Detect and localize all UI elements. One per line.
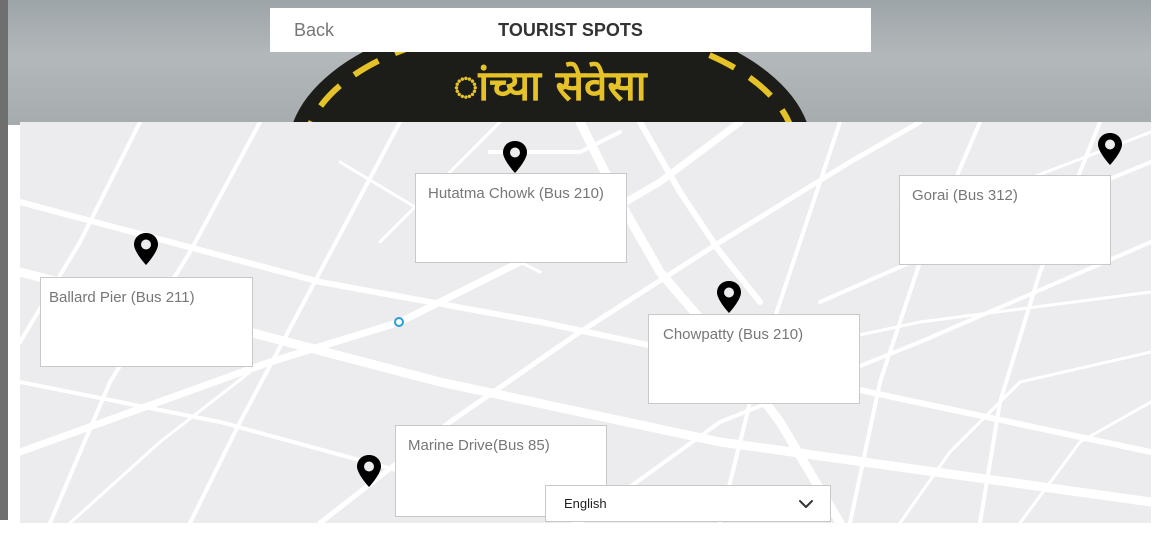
emblem-text: ांच्या सेवेसा — [453, 61, 648, 110]
map-pin-icon[interactable] — [1097, 132, 1123, 166]
header-bar: Back TOURIST SPOTS — [270, 8, 871, 52]
map-pin-icon[interactable] — [502, 140, 528, 174]
spot-label-hutatma-chowk[interactable]: Hutatma Chowk (Bus 210) — [415, 173, 627, 263]
chevron-down-icon — [799, 500, 813, 508]
map-pin-icon[interactable] — [133, 232, 159, 266]
spot-label-chowpatty[interactable]: Chowpatty (Bus 210) — [648, 314, 860, 404]
language-select[interactable]: English — [545, 485, 831, 522]
left-edge-strip — [0, 0, 8, 520]
map-pin-icon[interactable] — [716, 280, 742, 314]
language-selected-value: English — [564, 496, 607, 511]
spot-label-ballard-pier[interactable]: Ballard Pier (Bus 211) — [40, 277, 253, 367]
page-title: TOURIST SPOTS — [498, 20, 643, 40]
spot-label-gorai[interactable]: Gorai (Bus 312) — [899, 175, 1111, 265]
map-pin-icon[interactable] — [356, 454, 382, 488]
map-view[interactable]: Hutatma Chowk (Bus 210) Gorai (Bus 312) … — [20, 122, 1151, 523]
current-location-dot — [394, 317, 404, 327]
